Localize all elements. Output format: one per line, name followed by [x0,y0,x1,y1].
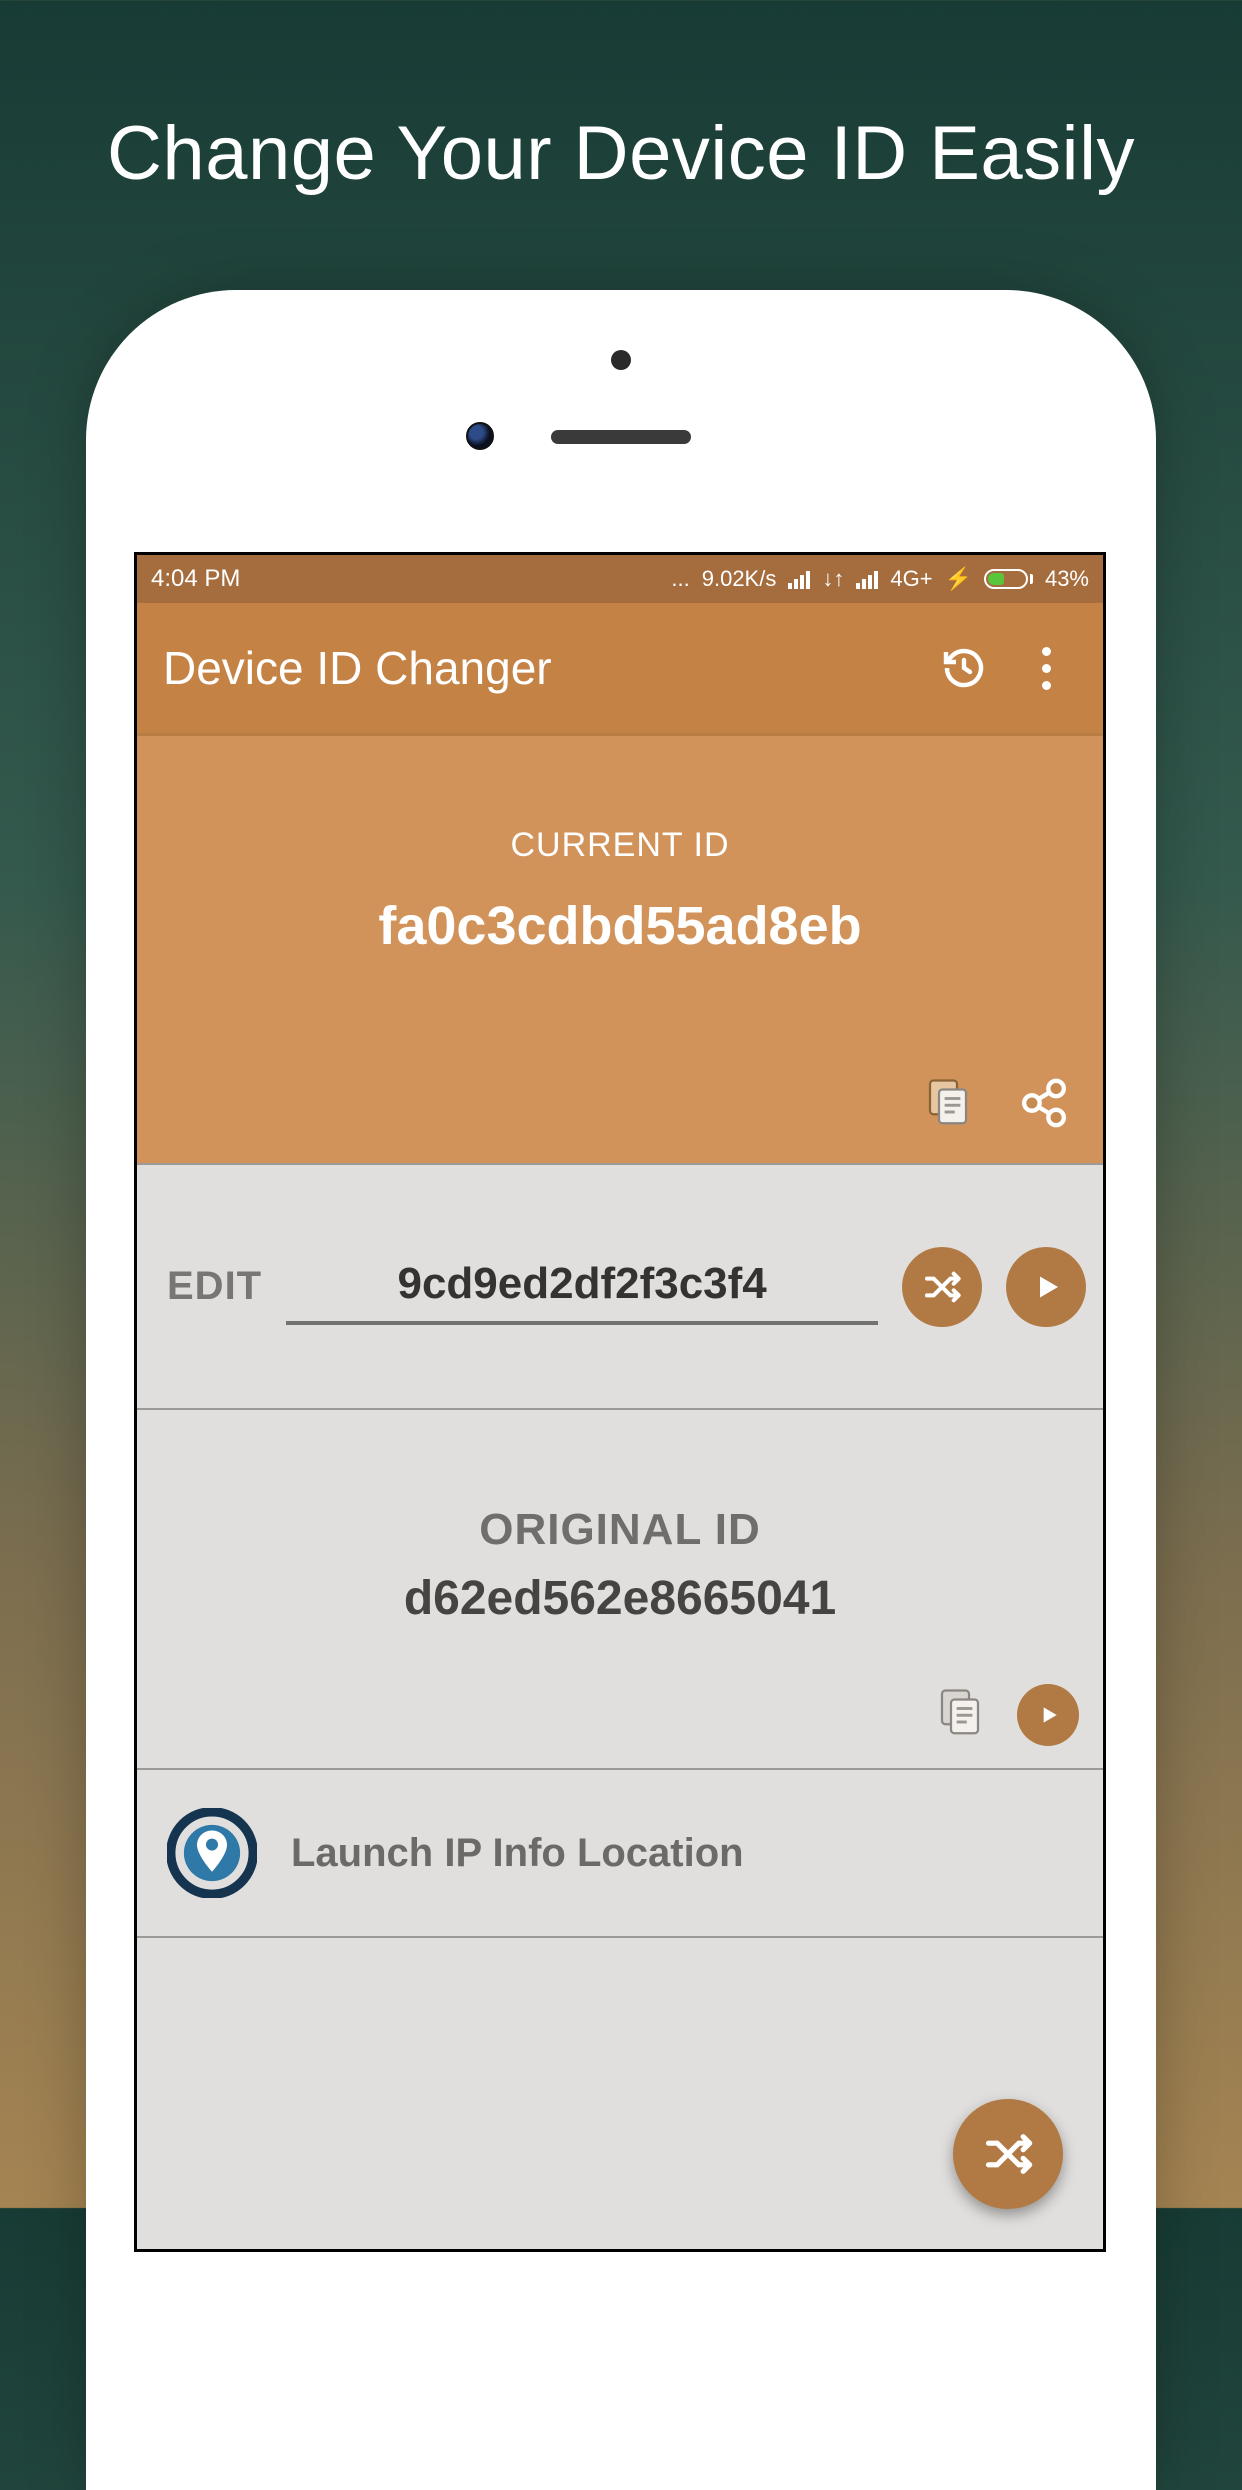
network-label: 4G+ [890,566,932,592]
signal-icon [788,569,810,589]
original-id-panel: ORIGINAL ID d62ed562e8665041 [137,1408,1103,1768]
app-title: Device ID Changer [163,641,913,695]
history-button[interactable] [933,637,995,699]
status-speed: 9.02K/s [702,566,777,592]
current-id-value: fa0c3cdbd55ad8eb [137,895,1103,957]
shuffle-icon [982,2128,1034,2180]
copy-current-button[interactable] [921,1076,975,1135]
play-icon [1028,1269,1064,1305]
copy-icon [933,1686,987,1740]
edit-id-input[interactable] [286,1249,878,1325]
status-bar: 4:04 PM ... 9.02K/s ↓↑ 4G+ ⚡ 43% [137,555,1103,603]
fab-shuffle-button[interactable] [953,2099,1063,2209]
phone-speaker [551,430,691,444]
status-ellipsis: ... [671,566,689,592]
updown-icon: ↓↑ [822,566,844,592]
original-id-label: ORIGINAL ID [137,1410,1103,1555]
share-current-button[interactable] [1015,1074,1073,1137]
promo-title: Change Your Device ID Easily [0,110,1242,197]
play-icon [1035,1702,1061,1728]
edit-panel: EDIT [137,1163,1103,1408]
signal-icon-2 [856,569,878,589]
phone-mockup: 4:04 PM ... 9.02K/s ↓↑ 4G+ ⚡ 43% [86,290,1156,2490]
overflow-menu-button[interactable] [1015,637,1077,699]
copy-original-button[interactable] [933,1686,987,1745]
original-id-value: d62ed562e8665041 [137,1571,1103,1626]
share-icon [1015,1074,1073,1132]
overflow-menu-icon [1042,647,1051,690]
app-bar: Device ID Changer [137,603,1103,733]
phone-sensor-dot [611,350,631,370]
location-pin-icon [167,1808,257,1898]
shuffle-icon [922,1267,962,1307]
apply-button[interactable] [1006,1247,1086,1327]
copy-icon [921,1076,975,1130]
battery-icon [984,569,1033,589]
current-id-label: CURRENT ID [137,736,1103,865]
battery-pct: 43% [1045,566,1089,592]
current-id-panel: CURRENT ID fa0c3cdbd55ad8eb [137,733,1103,1163]
history-icon [940,644,988,692]
phone-camera [466,422,494,450]
status-time: 4:04 PM [151,565,240,593]
restore-original-button[interactable] [1017,1684,1079,1746]
ip-info-row[interactable]: Launch IP Info Location [137,1768,1103,1938]
ip-info-label: Launch IP Info Location [291,1831,744,1876]
randomize-button[interactable] [902,1247,982,1327]
edit-label: EDIT [167,1264,262,1309]
bolt-icon: ⚡ [945,566,972,592]
screen: 4:04 PM ... 9.02K/s ↓↑ 4G+ ⚡ 43% [134,552,1106,2252]
